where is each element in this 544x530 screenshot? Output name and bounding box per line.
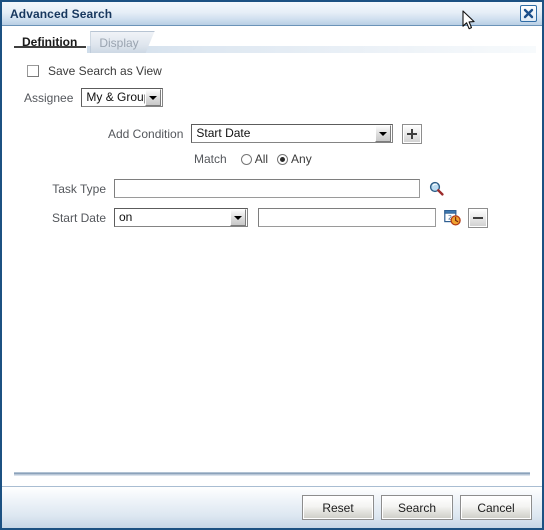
dialog-body: Save Search as View Assignee My & Group … bbox=[2, 53, 542, 486]
start-date-operator-value: on bbox=[119, 210, 133, 224]
remove-condition-button[interactable] bbox=[468, 207, 488, 228]
chevron-down-icon bbox=[230, 209, 246, 226]
chevron-down-icon bbox=[145, 89, 162, 106]
add-condition-row: Add Condition Start Date bbox=[108, 123, 542, 144]
start-date-calendar-button[interactable]: 2 bbox=[443, 209, 461, 227]
chevron-down-icon bbox=[375, 125, 392, 142]
tab-display-label: Display bbox=[99, 35, 139, 50]
calendar-clock-icon: 2 bbox=[443, 210, 461, 226]
save-search-row: Save Search as View bbox=[27, 64, 542, 78]
dialog-footer: Reset Search Cancel bbox=[2, 486, 542, 528]
start-date-row: Start Date on 2 bbox=[2, 207, 542, 228]
assignee-label: Assignee bbox=[24, 90, 74, 105]
reset-button[interactable]: Reset bbox=[302, 495, 374, 520]
minus-icon bbox=[473, 213, 483, 223]
search-button[interactable]: Search bbox=[381, 495, 453, 520]
advanced-search-dialog: Advanced Search Definition Display Save … bbox=[0, 0, 544, 530]
cancel-button[interactable]: Cancel bbox=[460, 495, 532, 520]
save-search-label: Save Search as View bbox=[48, 64, 162, 78]
task-type-search-button[interactable] bbox=[427, 180, 445, 198]
tab-definition[interactable]: Definition bbox=[14, 31, 88, 53]
add-condition-label: Add Condition bbox=[108, 126, 184, 141]
add-condition-button[interactable] bbox=[402, 123, 423, 144]
task-type-label: Task Type bbox=[52, 181, 106, 196]
start-date-input[interactable] bbox=[258, 208, 436, 227]
assignee-row: Assignee My & Group bbox=[24, 88, 542, 107]
save-search-checkbox[interactable] bbox=[27, 65, 39, 77]
tab-display[interactable]: Display bbox=[90, 31, 155, 53]
start-date-label: Start Date bbox=[51, 210, 106, 225]
assignee-value: My & Group bbox=[86, 90, 146, 104]
plus-icon bbox=[407, 128, 418, 139]
match-label: Match bbox=[194, 152, 227, 166]
close-icon bbox=[523, 8, 534, 19]
match-radio-any-label: Any bbox=[291, 152, 312, 166]
dialog-titlebar: Advanced Search bbox=[2, 2, 542, 26]
task-type-row: Task Type bbox=[2, 179, 542, 198]
match-radio-any[interactable] bbox=[277, 153, 289, 165]
dialog-title: Advanced Search bbox=[10, 6, 113, 21]
add-condition-value: Start Date bbox=[196, 126, 251, 140]
match-row: Match All Any bbox=[194, 152, 542, 166]
match-radio-all[interactable] bbox=[240, 153, 252, 165]
add-condition-select[interactable]: Start Date bbox=[191, 124, 394, 143]
close-button[interactable] bbox=[520, 5, 537, 22]
tab-strip: Definition Display bbox=[2, 26, 542, 53]
content-separator bbox=[14, 472, 530, 476]
task-type-input[interactable] bbox=[114, 179, 420, 198]
match-radio-all-label: All bbox=[254, 152, 269, 166]
active-tab-underline bbox=[14, 46, 86, 48]
assignee-select[interactable]: My & Group bbox=[81, 88, 164, 107]
search-icon bbox=[429, 181, 444, 196]
start-date-operator-select[interactable]: on bbox=[114, 208, 248, 227]
